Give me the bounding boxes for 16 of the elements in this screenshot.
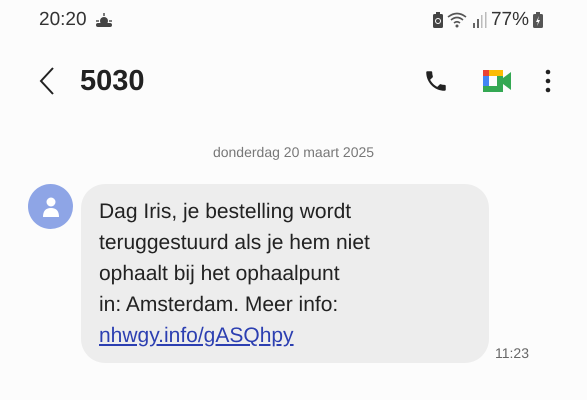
date-separator: donderdag 20 maart 2025 [212,144,374,160]
status-time: 20:20 [39,9,87,31]
message-link[interactable]: nhwgy.info/gASQhpy [99,324,294,347]
signal-icon [472,12,487,28]
back-button[interactable] [38,66,56,96]
contact-title: 5030 [80,64,145,98]
avatar-icon [28,184,73,229]
battery-icon [533,12,543,28]
message-time: 11:23 [495,345,529,361]
battery-percent: 77% [490,9,529,31]
more-button[interactable] [545,69,551,93]
video-call-button[interactable] [483,70,511,92]
battery-saver-icon [432,12,443,28]
message-text: Dag Iris, je bestelling wordt teruggestuurd als je hem niet ophaalt bij het ophaalpunt in: Amsterdam. Meer info: nhwgy.info/gASQhpy [99,199,371,349]
wifi-icon [446,12,469,28]
sun-cloud-icon [94,13,113,27]
